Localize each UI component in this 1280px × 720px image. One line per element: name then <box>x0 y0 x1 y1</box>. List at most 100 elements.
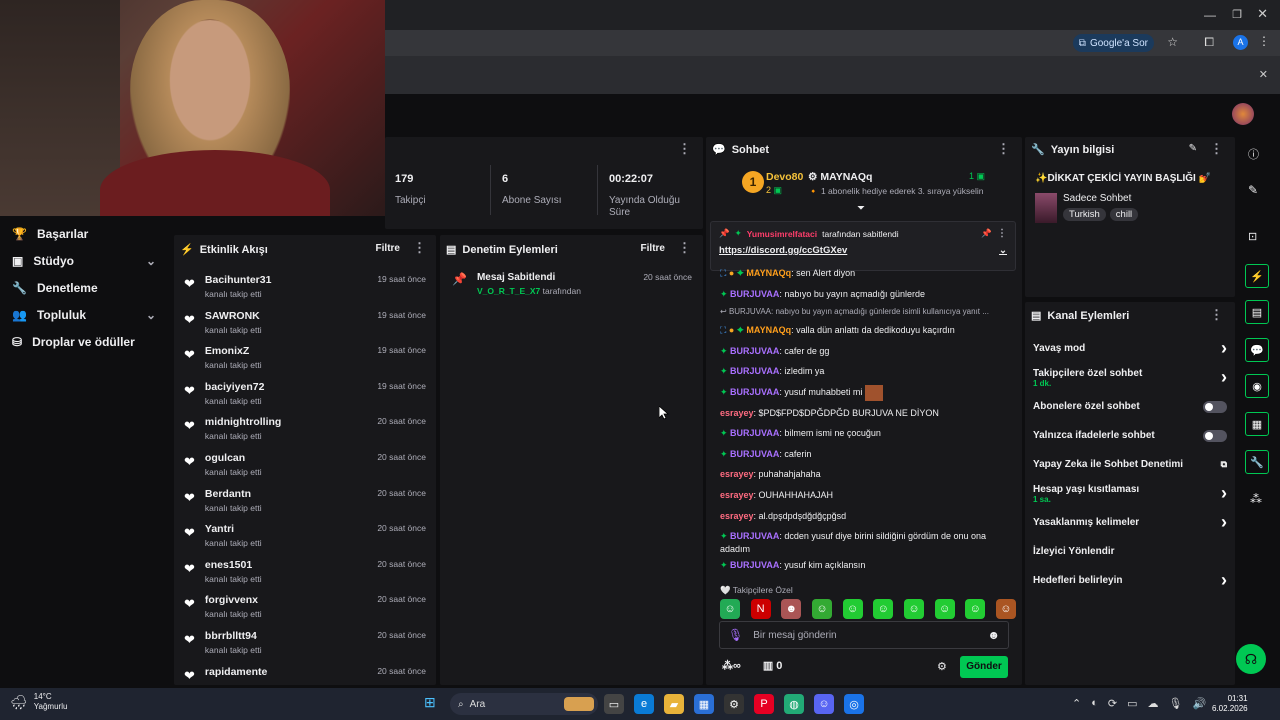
wrench-icon[interactable]: 🔧 <box>1245 450 1269 474</box>
activity-item[interactable]: ❤ bbrrblltt94 kanalı takip etti 20 saat önc… <box>174 624 436 660</box>
chat-message[interactable]: ✦ BURJUVAA: cafer de gg <box>706 341 1022 362</box>
emote-icon[interactable]: ☺ <box>965 599 986 619</box>
help-support-icon[interactable]: ☊ <box>1236 644 1266 674</box>
chat-message[interactable]: ✦ BURJUVAA: yusuf kim açıklansın <box>706 555 1022 576</box>
chat-message[interactable]: esrayey: $PD$FPD$DPĞDPĞD BURJUVA NE DİYO… <box>706 403 1022 424</box>
emote-icon[interactable]: ☺ <box>873 599 894 619</box>
edit-icon[interactable]: ✎ <box>1189 143 1197 154</box>
emote-icon[interactable]: ☺ <box>811 599 832 619</box>
chat-message[interactable]: ✦ BURJUVAA: nabıyo bu yayın açmadığı gün… <box>706 284 1022 305</box>
chat-message[interactable]: ✦ BURJUVAA: izledim ya <box>706 361 1022 382</box>
sidebar-item-drops[interactable]: ⛁ Droplar ve ödüller <box>0 328 172 355</box>
chat-username[interactable]: esrayey <box>720 490 754 500</box>
stats-menu-icon[interactable]: ⋮ <box>678 141 691 157</box>
emote-icon[interactable]: ☺ <box>842 599 863 619</box>
display-icon[interactable]: ▭ <box>1127 697 1137 710</box>
user-avatar[interactable] <box>1232 103 1254 125</box>
toggle-switch[interactable] <box>1203 429 1227 442</box>
chat-username[interactable]: BURJUVAA <box>730 428 779 438</box>
pinterest-icon[interactable]: P <box>754 694 774 714</box>
sync-icon[interactable]: ⟳ <box>1108 697 1117 710</box>
chat-username[interactable]: BURJUVAA <box>730 346 779 356</box>
activity-item[interactable]: ❤ Yantri kanalı takip etti 20 saat önce <box>174 517 436 553</box>
tray-app-icon[interactable]: ◐ <box>1091 697 1098 710</box>
channel-action-item[interactable]: Yapay Zeka ile Sohbet Denetimi ⧉ <box>1025 450 1235 479</box>
chat-message[interactable]: ⛶ ● ✦ MAYNAQq: sen Alert diyon <box>706 263 1022 284</box>
weather-widget[interactable]: 🌧 14°C Yağmurlu <box>10 692 67 712</box>
activity-item[interactable]: ❤ rapidamente 20 saat önce <box>174 660 436 685</box>
chevron-up-icon[interactable]: ⌃ <box>1072 697 1081 710</box>
channel-action-item[interactable]: Yavaş mod › <box>1025 334 1235 363</box>
menu-kebab-icon[interactable]: ⋮ <box>1258 34 1270 48</box>
activity-item[interactable]: ❤ EmonixZ kanalı takip etti 19 saat önce <box>174 339 436 375</box>
emote-icon[interactable]: ☻ <box>781 599 802 619</box>
chat-message[interactable]: ⛶ ● ✦ MAYNAQq: valla dün anlattı da dedi… <box>706 320 1022 341</box>
activity-item[interactable]: ❤ enes1501 kanalı takip etti 20 saat önce <box>174 553 436 589</box>
emoji-picker-icon[interactable]: ☻ <box>987 628 1000 642</box>
queue-icon[interactable]: ▦ <box>1245 412 1269 436</box>
moderation-filter-button[interactable]: Filtre <box>641 243 665 254</box>
tag[interactable]: chill <box>1109 208 1139 221</box>
activity-item[interactable]: ❤ ogulcan kanalı takip etti 20 saat önce <box>174 446 436 482</box>
chat-message[interactable]: ✦ BURJUVAA: bilmem ismi ne çocuğun <box>706 423 1022 444</box>
emote-icon[interactable]: ☺ <box>720 599 740 619</box>
chat-username[interactable]: BURJUVAA <box>730 387 779 397</box>
channel-action-item[interactable]: Takipçilere özel sohbet 1 dk. › <box>1025 363 1235 392</box>
activity-item[interactable]: ❤ midnightrolling kanalı takip etti 20 saat… <box>174 410 436 446</box>
chat-username[interactable]: BURJUVAA <box>730 366 779 376</box>
channel-action-item[interactable]: Hedefleri belirleyin › <box>1025 566 1235 595</box>
taskbar-search[interactable]: ⌕ Ara <box>450 693 598 715</box>
channel-action-item[interactable]: İzleyici Yönlendir <box>1025 537 1235 566</box>
chat-username[interactable]: esrayey <box>720 408 754 418</box>
sidebar-item-studio[interactable]: ▣ Stüdyo ⌄ <box>0 247 172 274</box>
activity-item[interactable]: ❤ forgivvenx kanalı takip etti 20 saat önce <box>174 588 436 624</box>
leader2-name[interactable]: ⚙ MAYNAQq <box>808 171 872 183</box>
channel-action-item[interactable]: Yasaklanmış kelimeler › <box>1025 508 1235 537</box>
close-window-icon[interactable]: ✕ <box>1257 6 1268 22</box>
chrome-icon[interactable]: ◎ <box>844 694 864 714</box>
toggle-switch[interactable] <box>1203 400 1227 413</box>
pencil-icon[interactable]: ✎ <box>1248 183 1258 197</box>
broadcast-icon[interactable]: ◉ <box>1245 374 1269 398</box>
settings-icon[interactable]: ⚙ <box>724 694 744 714</box>
volume-icon[interactable]: 🔊 <box>1192 697 1206 710</box>
more-tools-icon[interactable]: ⁂ <box>1250 492 1262 506</box>
microphone-icon[interactable]: 🎙 <box>728 628 743 642</box>
channel-action-item[interactable]: Hesap yaşı kısıtlaması 1 sa. › <box>1025 479 1235 508</box>
chat-message[interactable]: esrayey: al.dpşdpdşdğdğçpğsd <box>706 506 1022 527</box>
document-icon[interactable]: ▤ <box>1245 300 1269 324</box>
chat-input[interactable]: 🎙 Bir mesaj gönderin ☻ <box>719 621 1009 649</box>
activity-item[interactable]: ❤ Bacihunter31 kanalı takip etti 19 saat ön… <box>174 268 436 304</box>
chat-menu-icon[interactable]: ⋮ <box>997 141 1010 157</box>
task-view-icon[interactable]: ▭ <box>604 694 624 714</box>
activity-item[interactable]: ❤ Berdantn kanalı takip etti 20 saat önce <box>174 482 436 518</box>
google-ask-button[interactable]: ⧉ Google'a Sor <box>1072 34 1154 52</box>
edge-icon[interactable]: e <box>634 694 654 714</box>
maximize-icon[interactable]: ❐ <box>1232 8 1242 21</box>
focus-icon[interactable]: ⊡ <box>1248 230 1257 243</box>
category-name[interactable]: Sadece Sohbet <box>1063 193 1131 204</box>
profile-avatar[interactable]: A <box>1233 35 1248 50</box>
info-icon[interactable]: ⓘ <box>1248 146 1259 162</box>
emote-icon[interactable]: ☺ <box>995 599 1016 619</box>
emote-icon[interactable]: ☺ <box>934 599 955 619</box>
sidebar-item-achievements[interactable]: 🏆 Başarılar <box>0 220 172 247</box>
discord-icon[interactable]: ☺ <box>814 694 834 714</box>
bookmark-star-icon[interactable]: ☆ <box>1167 35 1178 49</box>
chat-username[interactable]: BURJUVAA <box>730 560 779 570</box>
pinned-link[interactable]: https://discord.gg/ccGtGXev <box>719 245 847 256</box>
chat-message[interactable]: ✦ BURJUVAA: yusuf muhabbeti mi <box>706 382 1022 403</box>
channel-actions-menu-icon[interactable]: ⋮ <box>1210 307 1223 323</box>
chat-settings-icon[interactable]: ⚙ <box>937 660 947 673</box>
chat-username[interactable]: MAYNAQq <box>746 268 791 278</box>
sidebar-item-moderation[interactable]: 🔧 Denetleme <box>0 274 172 301</box>
close-infobar-icon[interactable]: ✕ <box>1259 68 1268 81</box>
file-explorer-icon[interactable]: ▰ <box>664 694 684 714</box>
chat-username[interactable]: BURJUVAA <box>730 449 779 459</box>
emote-icon[interactable]: ☺ <box>903 599 924 619</box>
channel-action-item[interactable]: Yalnızca ifadelerle sohbet <box>1025 421 1235 450</box>
store-icon[interactable]: ▦ <box>694 694 714 714</box>
stream-info-menu-icon[interactable]: ⋮ <box>1210 141 1223 157</box>
chevron-down-icon[interactable]: ⌄ <box>999 245 1007 256</box>
chat-username[interactable]: BURJUVAA <box>730 531 779 541</box>
